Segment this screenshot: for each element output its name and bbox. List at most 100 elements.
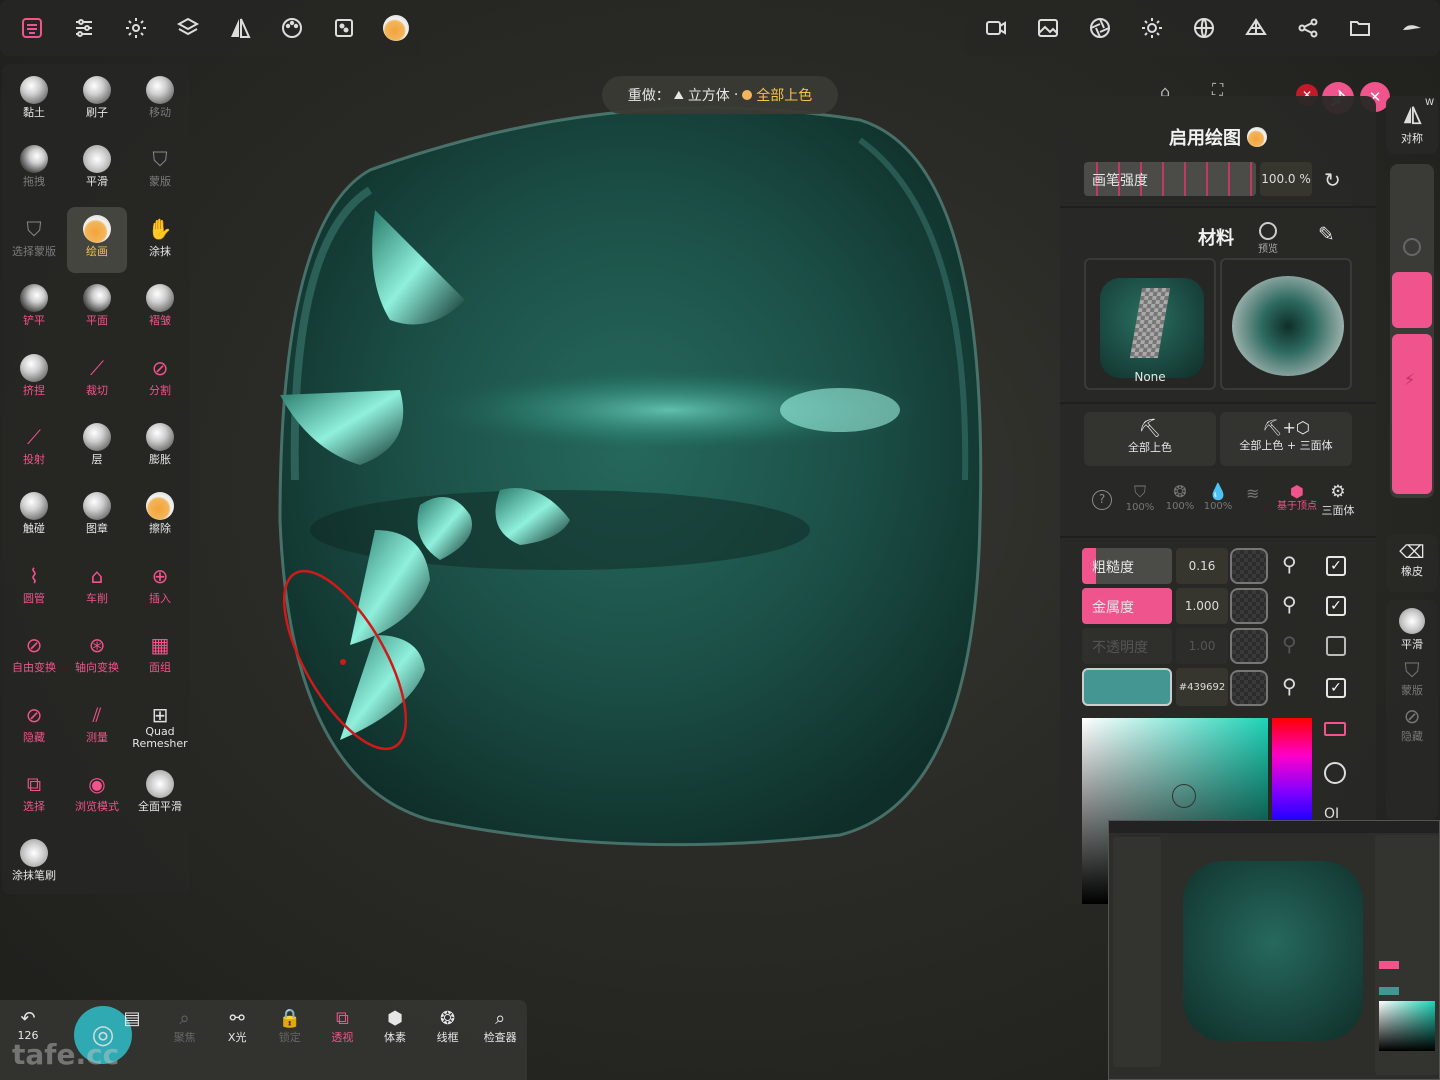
triplanar-option[interactable]: ⚙ 三面体 [1318,482,1358,518]
color-swatch[interactable] [1082,668,1172,706]
tool-15[interactable]: ⟋ 投射 [4,415,64,481]
tool-24[interactable]: ⊘ 自由变换 [4,623,64,689]
tool-1[interactable]: 刷子 [67,68,127,134]
viewport-3d[interactable] [200,60,1050,990]
paint-ball-icon[interactable] [370,2,422,54]
hierarchy-icon[interactable] [1230,2,1282,54]
tool-7[interactable]: 绘画 [67,206,127,273]
aperture-icon[interactable] [1074,2,1126,54]
tool-28[interactable]: ⫽ 测量 [67,693,127,759]
eraser-button[interactable]: ⌫ 橡皮 [1386,534,1438,592]
opacity-checkbox[interactable] [1326,636,1346,656]
tool-19[interactable]: 图章 [67,484,127,550]
matcap-thumbnail[interactable] [1220,258,1352,390]
color-hex-value[interactable]: #439692 [1176,668,1228,706]
tool-0[interactable]: 黏土 [4,68,64,134]
redo-notification[interactable]: 重做： ⛰ 立方体 · 全部上色 [602,76,838,114]
tool-20[interactable]: 擦除 [130,484,190,550]
speckle-option[interactable]: ❂ 100% [1164,482,1196,512]
sculpt-app-icon[interactable] [6,2,58,54]
tool-4[interactable]: 平滑 [67,137,127,203]
eyedropper-icon[interactable]: ⚲ [1282,592,1297,616]
layers-icon[interactable]: ≋ [1246,484,1259,503]
sun-icon[interactable] [1126,2,1178,54]
color-checkbox[interactable]: ✓ [1326,678,1346,698]
tool-2[interactable]: 移动 [130,68,190,134]
palette-icon[interactable] [266,2,318,54]
bottom-wireframe-button[interactable]: ❂ 线框 [422,1008,474,1045]
material-thumbnail[interactable]: None [1084,258,1216,390]
bottom-xray-button[interactable]: ⚯ X光 [211,1008,263,1045]
gear-icon[interactable] [110,2,162,54]
mask-button[interactable]: ⛉ 蒙版 [1386,658,1438,698]
symmetry-icon[interactable] [214,2,266,54]
tool-13[interactable]: ⟋ 裁切 [67,346,127,412]
vertex-option[interactable]: ⬢ 基于顶点 [1276,482,1318,512]
roughness-value[interactable]: 0.16 [1176,548,1228,584]
roughness-slider[interactable]: 粗糙度 [1082,548,1172,584]
scene-icon[interactable] [318,2,370,54]
symmetry-button[interactable]: W 对称 [1386,96,1438,154]
roughness-texture-slot[interactable] [1230,548,1268,584]
image-icon[interactable] [1022,2,1074,54]
brush-strength-value[interactable]: 100.0 % [1260,162,1312,196]
metalness-slider[interactable]: 金属度 [1082,588,1172,624]
metalness-checkbox[interactable]: ✓ [1326,596,1346,616]
tool-14[interactable]: ⊘ 分割 [130,346,190,412]
tool-30[interactable]: ⧉ 选择 [4,762,64,828]
video-icon[interactable] [970,2,1022,54]
tool-8[interactable]: ✋ 涂抹 [130,207,190,273]
bottom-search-button[interactable]: ⌕ 聚焦 [159,1008,211,1045]
folder-icon[interactable] [1334,2,1386,54]
screen-recording-thumbnail[interactable] [1108,820,1440,1080]
paint-all-triplanar-button[interactable]: ⛏+⬡ 全部上色 + 三面体 [1220,412,1352,466]
tool-25[interactable]: ⊛ 轴向变换 [67,623,127,689]
target-icon[interactable] [1324,762,1346,784]
tool-21[interactable]: ⌇ 圆管 [4,554,64,620]
smooth-button[interactable]: 平滑 [1386,608,1438,652]
tool-9[interactable]: 铲平 [4,276,64,342]
tool-11[interactable]: 褶皱 [130,276,190,342]
preview-toggle[interactable]: 预览 [1258,222,1278,255]
layers-icon[interactable] [162,2,214,54]
tool-26[interactable]: ▦ 面组 [130,623,190,689]
tool-22[interactable]: ⌂ 车削 [67,554,127,620]
brush-stroke-icon[interactable] [1386,2,1438,54]
roughness-checkbox[interactable]: ✓ [1326,556,1346,576]
tool-10[interactable]: 平面 [67,276,127,342]
mask-option[interactable]: ⛉ 100% [1124,482,1156,513]
tool-33[interactable]: 涂抹笔刷 [4,831,64,897]
eyedropper-icon[interactable]: ⚲ [1282,632,1297,656]
bottom-inspector-button[interactable]: ⌕ 检查器 [474,1008,526,1045]
reset-icon[interactable]: ↻ [1324,168,1341,192]
tool-6[interactable]: ⛉ 选择蒙版 [4,207,64,273]
opacity-texture-slot[interactable] [1230,628,1268,664]
tool-3[interactable]: 拖拽 [4,137,64,203]
metalness-value[interactable]: 1.000 [1176,588,1228,624]
tool-29[interactable]: ⊞ Quad Remesher [130,693,190,759]
tool-27[interactable]: ⊘ 隐藏 [4,693,64,759]
eyedropper-icon[interactable]: ⚲ [1282,552,1297,576]
bottom-pages-button[interactable]: ▤ [106,1008,158,1029]
eyedropper-icon[interactable]: ✎ [1318,222,1335,246]
color-texture-slot[interactable] [1230,670,1268,706]
tool-32[interactable]: 全面平滑 [130,762,190,828]
tool-31[interactable]: ◉ 浏览模式 [67,762,127,828]
brush-strength-slider[interactable]: 画笔强度 [1084,162,1256,196]
hide-button[interactable]: ⊘ 隐藏 [1386,704,1438,744]
tool-16[interactable]: 层 [67,415,127,481]
tool-12[interactable]: 挤捏 [4,346,64,412]
globe-icon[interactable] [1178,2,1230,54]
size-slider[interactable]: ⚡ [1390,164,1434,498]
tool-23[interactable]: ⊕ 插入 [130,554,190,620]
drop-option[interactable]: 💧 100% [1202,482,1234,512]
opacity-value[interactable]: 1.00 [1176,628,1228,664]
paint-all-button[interactable]: ⛏ 全部上色 [1084,412,1216,466]
tool-17[interactable]: 膨胀 [130,415,190,481]
eyedropper-icon[interactable]: ⚲ [1282,674,1297,698]
opacity-slider[interactable]: 不透明度 [1082,628,1172,664]
share-icon[interactable] [1282,2,1334,54]
help-icon[interactable]: ? [1092,490,1112,510]
color-mode-icon[interactable] [1324,722,1346,736]
bottom-voxel-button[interactable]: ⬢ 体素 [369,1008,421,1045]
